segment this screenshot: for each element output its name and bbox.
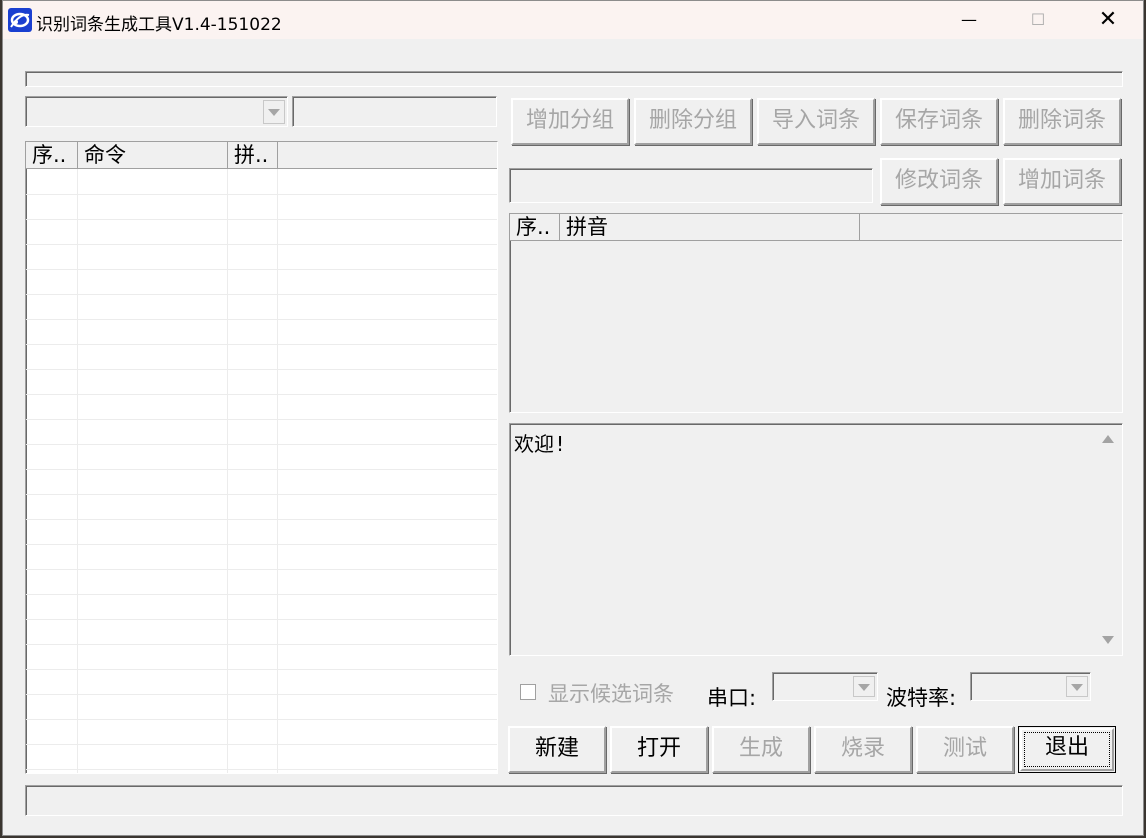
title-bar[interactable]: 识别词条生成工具V1.4-151022 — ☐ ✕ (3, 1, 1143, 39)
grid-column-line (227, 169, 228, 773)
grid-row-line (26, 619, 497, 620)
pinyin-table[interactable]: 序.. 拼音 (509, 213, 1123, 413)
modify-word-button[interactable]: 修改词条 (880, 158, 998, 205)
app-logo-icon (8, 8, 32, 32)
group-name-input[interactable] (292, 96, 497, 127)
grid-row-line (26, 294, 497, 295)
grid-row-line (26, 219, 497, 220)
column-header-index[interactable]: 序.. (26, 142, 78, 169)
grid-row-line (26, 744, 497, 745)
grid-row-line (26, 544, 497, 545)
chevron-down-icon[interactable] (853, 676, 875, 697)
scroll-down-icon[interactable] (1102, 636, 1114, 644)
log-output[interactable]: 欢迎! (509, 423, 1123, 656)
grid-row-line (26, 319, 497, 320)
grid-row-line (26, 394, 497, 395)
exit-button-label: 退出 (1044, 735, 1089, 760)
grid-row-line (26, 494, 497, 495)
grid-row-line (26, 269, 497, 270)
grid-row-line (26, 244, 497, 245)
scroll-up-icon[interactable] (1102, 435, 1114, 443)
grid-row-line (26, 419, 497, 420)
grid-column-line (277, 169, 278, 773)
column-header-index[interactable]: 序.. (510, 214, 560, 241)
grid-row-line (26, 519, 497, 520)
close-button[interactable]: ✕ (1073, 1, 1143, 39)
grid-row-line (26, 719, 497, 720)
group-combo[interactable] (25, 96, 288, 127)
table-header: 序.. 拼音 (510, 214, 1122, 241)
window-title: 识别词条生成工具V1.4-151022 (36, 15, 282, 35)
grid-row-line (26, 344, 497, 345)
checkbox-box[interactable] (520, 684, 536, 700)
column-header-blank (860, 214, 1122, 241)
test-button[interactable]: 测试 (916, 726, 1014, 773)
grid-row-line (26, 769, 497, 770)
generate-button[interactable]: 生成 (712, 726, 810, 773)
command-table[interactable]: 序.. 命令 拼.. (25, 141, 498, 774)
vertical-scrollbar[interactable] (1095, 425, 1121, 654)
minimize-button[interactable]: — (934, 1, 1004, 39)
grid-row-line (26, 194, 497, 195)
column-header-pinyin[interactable]: 拼.. (228, 142, 278, 169)
show-candidates-label: 显示候选词条 (548, 682, 674, 706)
grid-row-line (26, 444, 497, 445)
grid-row-line (26, 644, 497, 645)
status-bar (25, 785, 1123, 816)
progress-bar (25, 71, 1123, 87)
word-input[interactable] (509, 168, 873, 203)
delete-group-button[interactable]: 删除分组 (634, 98, 752, 145)
save-words-button[interactable]: 保存词条 (880, 98, 998, 145)
chevron-down-icon[interactable] (263, 100, 285, 124)
open-button[interactable]: 打开 (610, 726, 708, 773)
table-header: 序.. 命令 拼.. (26, 142, 497, 169)
baud-rate-combo[interactable] (970, 672, 1091, 701)
import-words-button[interactable]: 导入词条 (757, 98, 875, 145)
grid-row-line (26, 469, 497, 470)
maximize-button[interactable]: ☐ (1003, 1, 1073, 39)
log-text: 欢迎! (514, 432, 567, 456)
column-header-blank (278, 142, 497, 169)
grid-row-line (26, 594, 497, 595)
exit-button[interactable]: 退出 (1018, 726, 1116, 773)
grid-column-line (77, 169, 78, 773)
column-header-command[interactable]: 命令 (78, 142, 228, 169)
grid-row-line (26, 569, 497, 570)
grid-row-line (26, 369, 497, 370)
burn-button[interactable]: 烧录 (814, 726, 912, 773)
app-window: 识别词条生成工具V1.4-151022 — ☐ ✕ 序.. 命令 拼.. 增加分… (2, 0, 1144, 836)
new-button[interactable]: 新建 (508, 726, 606, 773)
grid-row-line (26, 694, 497, 695)
serial-port-combo[interactable] (772, 672, 878, 701)
add-word-button[interactable]: 增加词条 (1003, 158, 1121, 205)
grid-row-line (26, 669, 497, 670)
chevron-down-icon[interactable] (1066, 676, 1088, 697)
column-header-pinyin[interactable]: 拼音 (560, 214, 860, 241)
baud-rate-label: 波特率: (886, 686, 957, 710)
add-group-button[interactable]: 增加分组 (511, 98, 629, 145)
serial-port-label: 串口: (707, 686, 757, 710)
delete-word-button[interactable]: 删除词条 (1003, 98, 1121, 145)
